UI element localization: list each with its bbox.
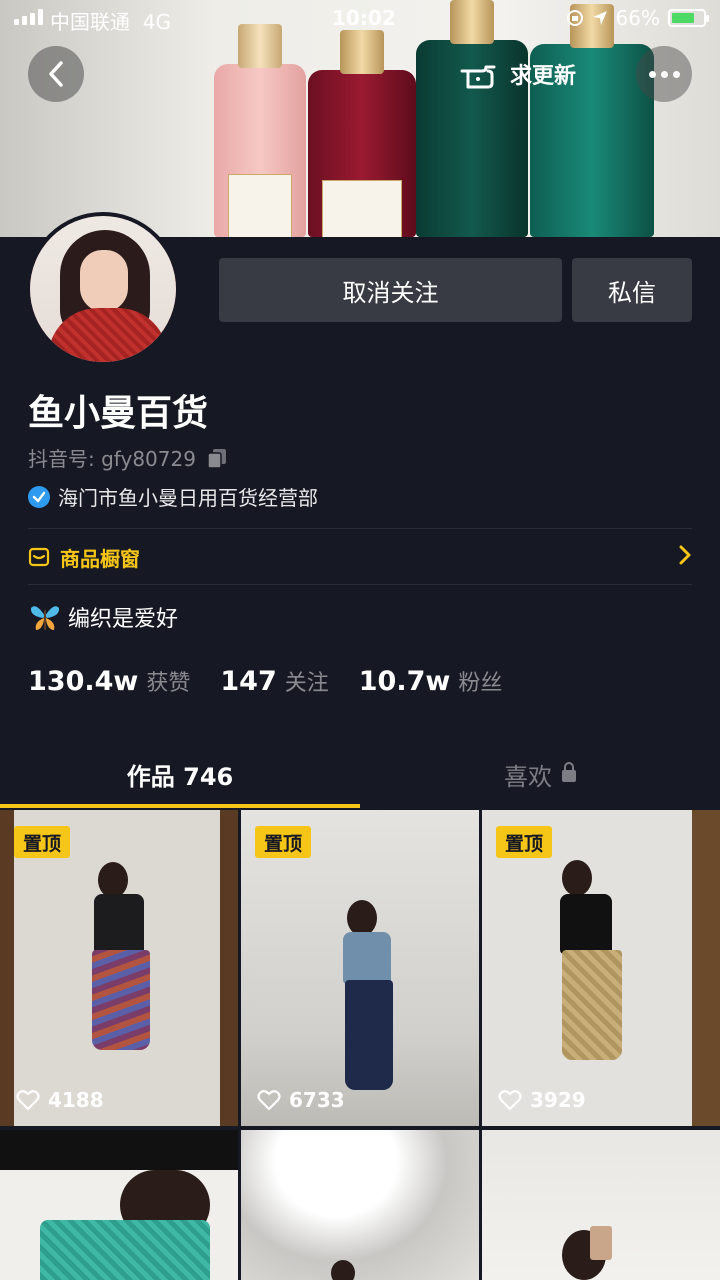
product-showcase-link[interactable]: 商品橱窗 bbox=[28, 540, 692, 574]
stat-number: 147 bbox=[220, 666, 277, 697]
profile-name: 鱼小曼百货 bbox=[28, 393, 209, 434]
unfollow-button[interactable]: 取消关注 bbox=[219, 258, 562, 322]
chevron-right-icon bbox=[679, 545, 691, 565]
pointing-hand-icon bbox=[460, 65, 496, 89]
copy-icon[interactable] bbox=[206, 447, 228, 469]
douyin-id-text: 抖音号: gfy80729 bbox=[28, 447, 196, 471]
likes-count: 6733 bbox=[289, 1088, 345, 1112]
stat-followers[interactable]: 10.7w 粉丝 bbox=[359, 665, 503, 697]
battery-icon bbox=[668, 9, 709, 27]
location-icon bbox=[592, 11, 607, 25]
verified-text: 海门市鱼小曼日用百货经营部 bbox=[58, 486, 318, 510]
cover-bottle bbox=[308, 30, 416, 237]
cover-bottle bbox=[214, 24, 306, 237]
video-thumbnail[interactable]: 置顶 3929 bbox=[482, 810, 720, 1126]
verified-badge-icon bbox=[28, 485, 50, 508]
dot-icon bbox=[648, 70, 656, 78]
likes-count: 4188 bbox=[48, 1088, 104, 1112]
divider bbox=[28, 528, 692, 529]
lock-icon bbox=[562, 762, 576, 782]
chevron-left-icon bbox=[49, 61, 63, 87]
stat-number: 130.4w bbox=[28, 666, 139, 697]
stat-label: 获赞 bbox=[146, 671, 191, 696]
tab-likes[interactable]: 喜欢 bbox=[360, 740, 720, 808]
avatar[interactable] bbox=[26, 212, 180, 366]
request-update-button[interactable]: 求更新 bbox=[446, 46, 626, 102]
video-thumbnail[interactable]: 置顶 4188 bbox=[0, 810, 238, 1126]
stat-following[interactable]: 147 关注 bbox=[220, 665, 328, 697]
clock: 10:02 bbox=[332, 6, 396, 30]
stat-number: 10.7w bbox=[358, 666, 451, 697]
pinned-badge: 置顶 bbox=[14, 826, 70, 858]
shop-icon bbox=[28, 547, 50, 567]
stat-label: 关注 bbox=[284, 671, 329, 696]
tab-works-label: 作品 746 bbox=[126, 762, 234, 791]
video-thumbnail[interactable] bbox=[0, 1130, 238, 1280]
heart-icon bbox=[498, 1090, 522, 1111]
likes-count: 3929 bbox=[530, 1088, 586, 1112]
dot-icon bbox=[660, 70, 668, 78]
dot-icon bbox=[672, 70, 680, 78]
video-likes: 6733 bbox=[257, 1088, 345, 1112]
verified-row: 海门市鱼小曼日用百货经营部 bbox=[28, 482, 318, 511]
profile-stats: 130.4w 获赞 147 关注 10.7w 粉丝 bbox=[28, 665, 532, 697]
video-likes: 4188 bbox=[16, 1088, 104, 1112]
message-button[interactable]: 私信 bbox=[572, 258, 692, 322]
video-thumbnail[interactable]: 置顶 6733 bbox=[241, 810, 479, 1126]
network-type: 4G bbox=[142, 10, 171, 34]
active-tab-indicator bbox=[0, 804, 360, 808]
stat-label: 粉丝 bbox=[458, 671, 503, 696]
butterfly-icon bbox=[30, 606, 60, 630]
orientation-lock-icon bbox=[566, 10, 583, 26]
heart-icon bbox=[16, 1090, 40, 1111]
signal-icon bbox=[14, 9, 43, 25]
battery-percent: 66% bbox=[615, 6, 660, 30]
back-button[interactable] bbox=[28, 46, 84, 102]
douyin-id-row: 抖音号: gfy80729 bbox=[28, 443, 228, 472]
heart-icon bbox=[257, 1090, 281, 1111]
product-showcase-label: 商品橱窗 bbox=[60, 546, 140, 571]
profile-tabs: 作品 746 喜欢 bbox=[0, 740, 720, 808]
video-thumbnail[interactable] bbox=[482, 1130, 720, 1280]
bio: 编织是爱好 bbox=[28, 600, 178, 634]
request-update-label: 求更新 bbox=[510, 64, 577, 89]
stat-likes[interactable]: 130.4w 获赞 bbox=[28, 665, 190, 697]
more-options-button[interactable] bbox=[636, 46, 692, 102]
divider bbox=[28, 584, 692, 585]
video-likes: 3929 bbox=[498, 1088, 586, 1112]
video-grid: 置顶 4188 置顶 6733 置顶 3929 bbox=[0, 810, 720, 1280]
tab-likes-label: 喜欢 bbox=[504, 762, 552, 791]
tab-works[interactable]: 作品 746 bbox=[0, 740, 360, 808]
bio-text: 编织是爱好 bbox=[68, 607, 179, 632]
carrier-text: 中国联通 4G bbox=[50, 10, 171, 34]
status-bar: 中国联通 4G 10:02 66% bbox=[0, 0, 720, 38]
video-thumbnail[interactable] bbox=[241, 1130, 479, 1280]
pinned-badge: 置顶 bbox=[496, 826, 552, 858]
pinned-badge: 置顶 bbox=[255, 826, 311, 858]
